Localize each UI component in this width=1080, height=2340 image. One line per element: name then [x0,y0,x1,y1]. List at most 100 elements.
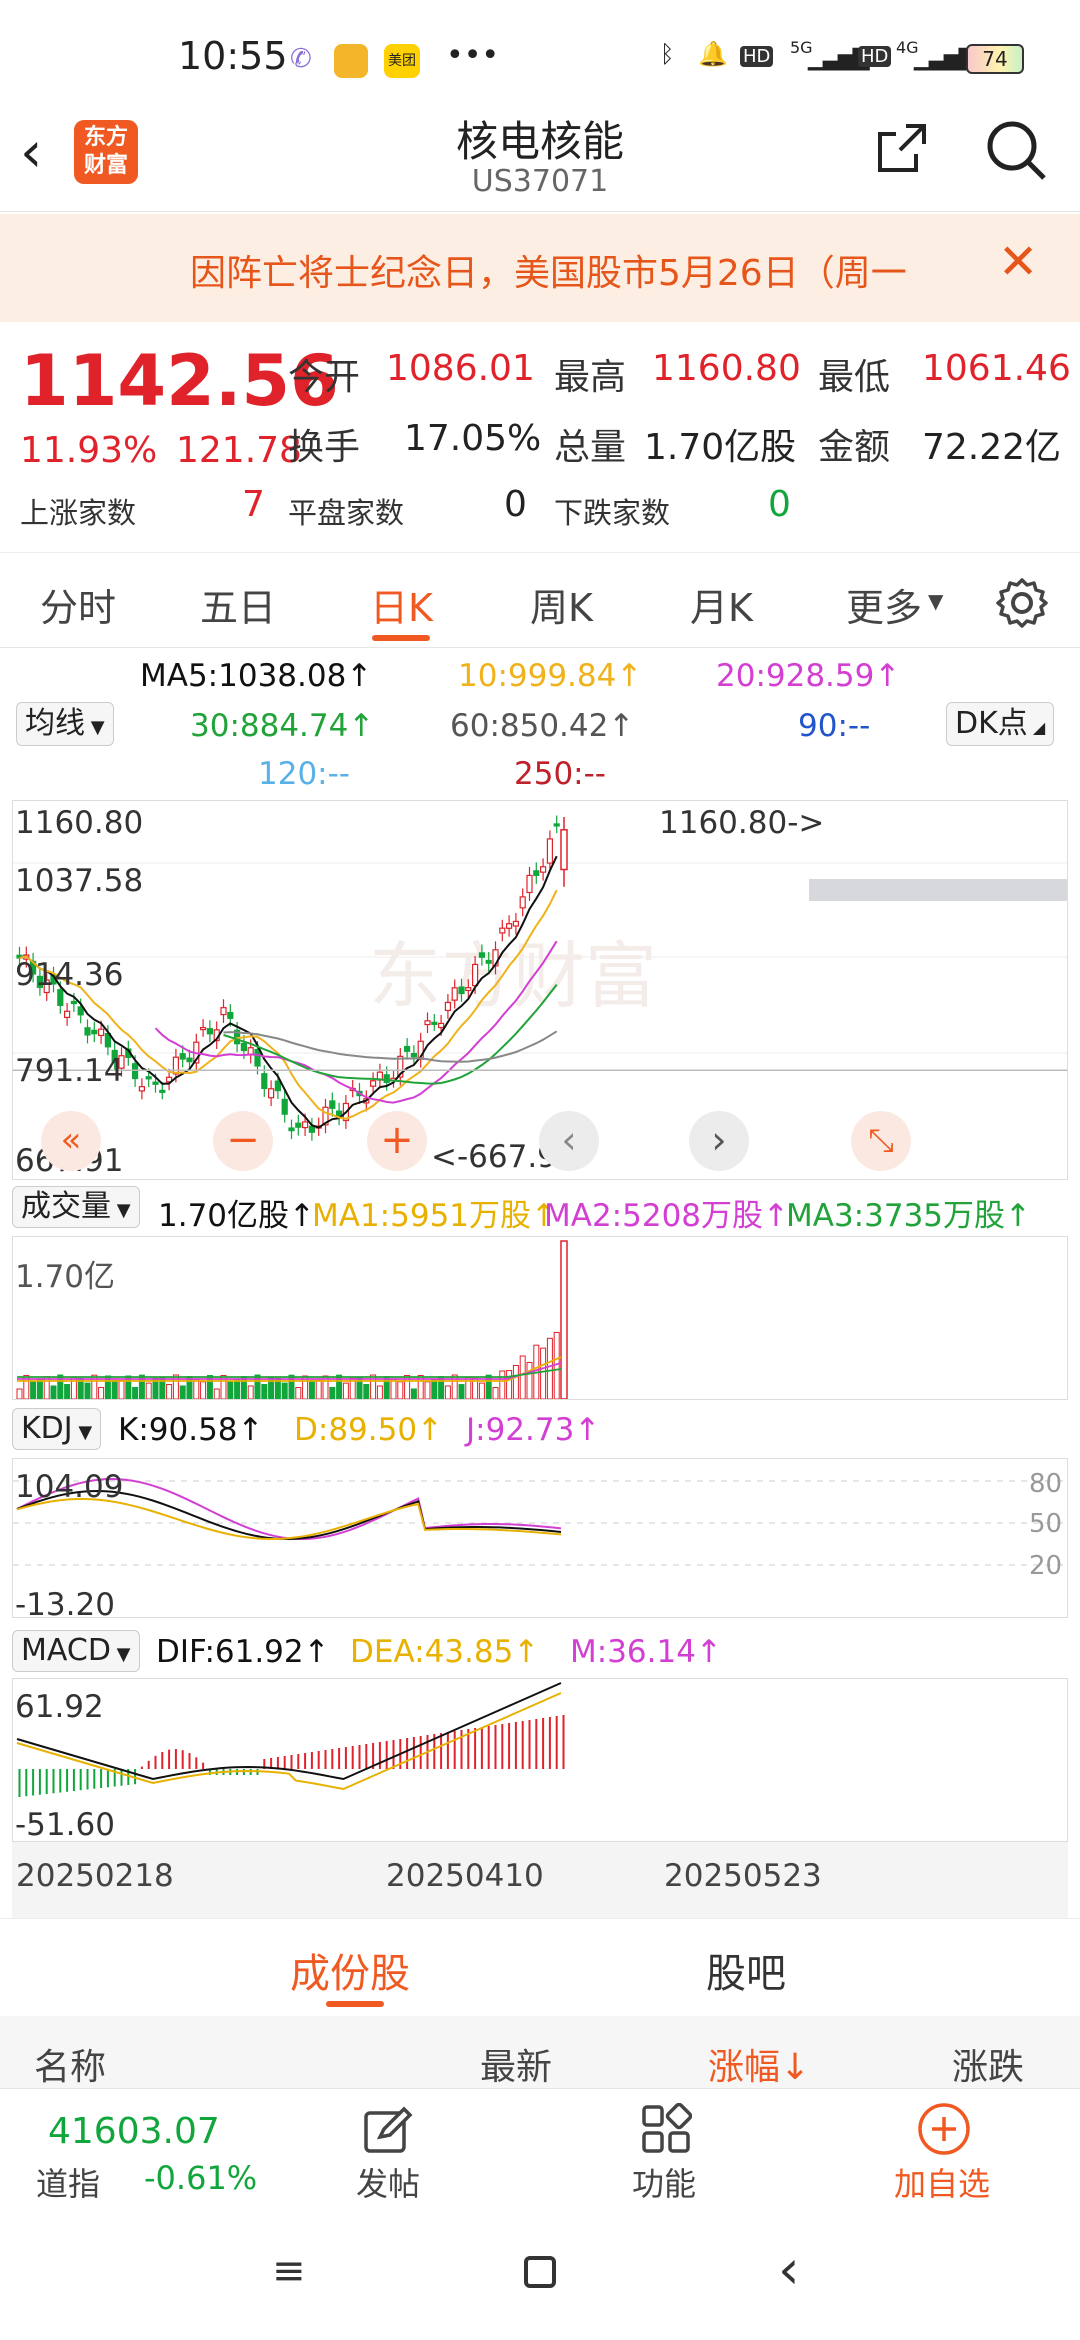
post-edit-icon[interactable] [362,2103,414,2155]
candle-body [63,1010,71,1019]
price-highlight-band [809,879,1067,901]
macd-selector[interactable]: MACD ▼ [12,1630,140,1672]
up-count: 7 [242,484,265,525]
volume-bar [492,1387,499,1399]
close-icon[interactable]: ✕ [998,234,1038,290]
search-icon[interactable] [984,118,1048,182]
active-subtab-indicator [326,2001,384,2007]
volume-bar [227,1381,234,1399]
tab-forum[interactable]: 股吧 [706,1941,786,1999]
tab-monthly-k[interactable]: 月K [690,577,753,632]
gear-icon[interactable] [996,577,1048,629]
tab-daily-k[interactable]: 日K [370,577,433,632]
volume-bar [458,1384,465,1399]
volume-bar [363,1384,370,1399]
volume-bar [342,1382,349,1399]
function-label[interactable]: 功能 [632,2159,696,2205]
kdj-chart[interactable]: 104.09 -13.20 80 50 20 [12,1458,1068,1623]
dk-point-toggle[interactable]: DK点 ◢ [946,702,1055,746]
date-label-2: 20250410 [386,1858,544,1894]
volume-bar [390,1378,397,1399]
volume-chart[interactable]: 1.70亿 [12,1236,1068,1400]
index-pct[interactable]: -0.61% [144,2159,257,2197]
volume-y-label: 1.70亿 [15,1259,116,1295]
volume-bar [179,1385,186,1399]
holiday-notice-banner[interactable]: 因阵亡将士纪念日，美国股市5月26日（周一 ✕ [0,214,1080,322]
kline-y-label-1: 1160.80 [15,805,144,841]
expand-icon[interactable]: ⤡ [851,1111,911,1171]
share-icon[interactable] [872,118,932,178]
open-label: 今开 [288,357,361,398]
ma-selector[interactable]: 均线 ▼ [16,702,114,746]
low-value: 1061.46 [922,348,1071,389]
volume-bar [281,1382,288,1399]
volume-bar [444,1385,451,1399]
tab-constituents[interactable]: 成份股 [290,1941,410,1999]
volume-bar [166,1384,173,1399]
kdj-selector[interactable]: KDJ ▼ [12,1408,102,1450]
volume-bar [519,1355,526,1399]
volume-bar [512,1365,519,1399]
candle-body [499,927,506,934]
kline-canvas: 东方财富 [13,815,1067,1141]
volume-canvas [16,1240,568,1399]
volume-bar [431,1378,438,1399]
zoom-out-icon[interactable]: − [213,1111,273,1171]
candle-body [200,1026,207,1031]
more-notifications-icon: ••• [446,38,500,73]
add-circle-icon[interactable] [916,2101,972,2157]
post-label[interactable]: 发帖 [356,2159,420,2205]
col-change-pct[interactable]: 涨幅↓ [708,2038,810,2090]
index-value[interactable]: 41603.07 [48,2111,220,2152]
function-grid-icon[interactable] [640,2103,692,2155]
volume-bar [118,1380,125,1399]
candle-body [172,1056,179,1075]
tab-intraday[interactable]: 分时 [40,577,116,632]
volume-bar [438,1376,445,1399]
add-watchlist-label[interactable]: 加自选 [894,2159,990,2205]
home-square-icon[interactable] [524,2256,556,2288]
macd-canvas [16,1682,565,1797]
col-latest[interactable]: 最新 [480,2038,552,2090]
candle-body [512,920,519,927]
chevron-left-icon[interactable]: ‹ [539,1111,599,1171]
scroll-left-fast-icon[interactable]: « [41,1111,101,1171]
low-label: 最低 [818,357,891,398]
col-name[interactable]: 名称 [34,2038,106,2090]
macd-selector-label: MACD [21,1633,111,1668]
zoom-in-icon[interactable]: + [367,1111,427,1171]
volume-bar [526,1361,533,1399]
volume-bar [295,1387,302,1399]
date-label-3: 20250523 [664,1858,822,1894]
call-icon: ✆ [290,44,312,74]
candle-body [295,1122,302,1128]
tab-weekly-k[interactable]: 周K [530,577,593,632]
candle-body [451,987,458,1001]
amount-value: 72.22亿 [922,427,1062,468]
candle-body [91,1029,98,1035]
kdj-y-bottom: -13.20 [15,1587,115,1623]
tab-more[interactable]: 更多 [846,577,922,632]
status-bar: 10:55 ✆ 美团 ••• ᛒ 🔔 HD 5G ▁▃▅▇ HD 4G ▁▃▅▇… [0,0,1080,100]
tab-five-day[interactable]: 五日 [200,577,276,632]
candle-body [220,1007,227,1016]
candle-body [444,1001,451,1012]
index-name[interactable]: 道指 [36,2159,100,2205]
chevron-down-icon: ▼ [110,1644,131,1665]
chevron-down-icon: ▼ [928,589,944,613]
kline-y-label-3: 914.36 [15,957,124,993]
volume-selector[interactable]: 成交量 ▼ [12,1186,140,1228]
chevron-right-icon[interactable]: › [689,1111,749,1171]
high-marker: 1160.80-> [659,805,825,841]
macd-chart[interactable]: 61.92 -51.60 [12,1678,1068,1843]
menu-icon[interactable]: ≡ [272,2248,306,2294]
bell-icon: 🔔 [698,40,728,68]
kline-chart[interactable]: 东方财富 1160.80 1037.58 914.36 791.14 667.9… [12,800,1068,1180]
volume-value-legend: 1.70亿股↑ [158,1198,315,1234]
kdj-level-80: 80 [1029,1469,1063,1499]
weibo-app-icon [334,44,368,78]
col-change[interactable]: 涨跌 [952,2038,1024,2090]
back-nav-icon[interactable]: ‹ [778,2238,800,2301]
volume-bar [424,1381,431,1399]
signal-icon-2: ▁▃▅▇ [914,46,976,71]
